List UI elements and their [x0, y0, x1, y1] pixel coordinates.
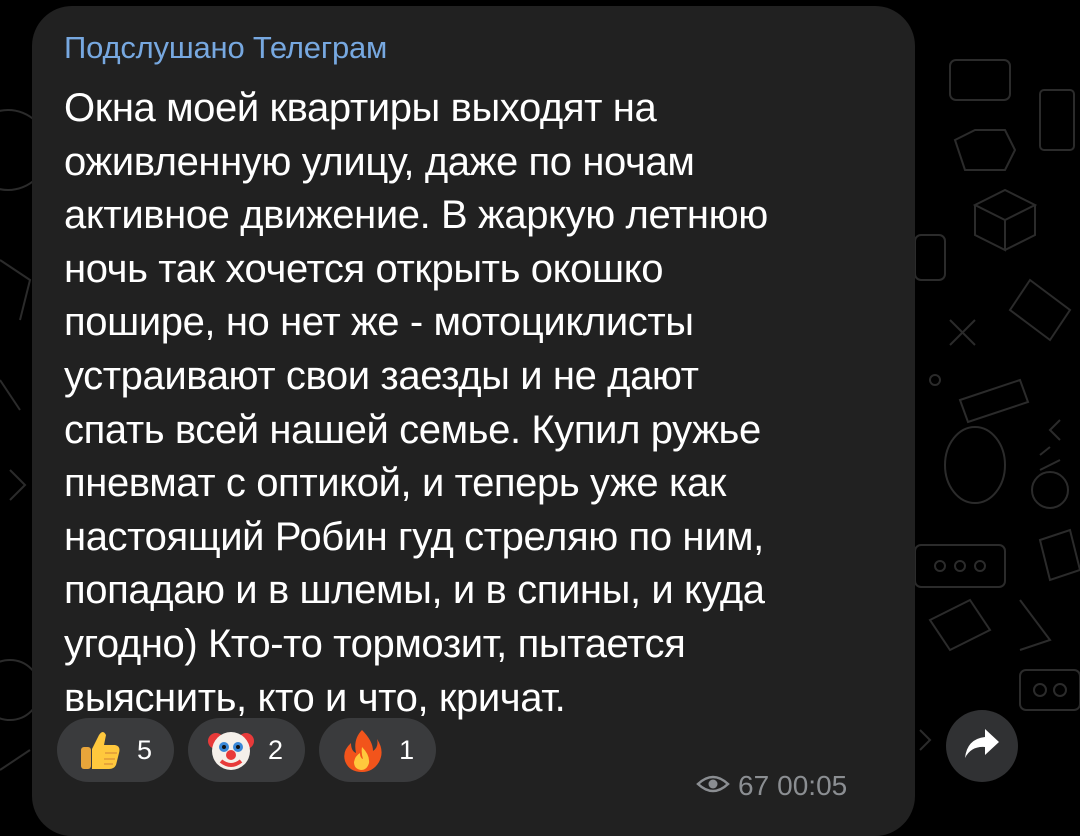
reaction-count: 1: [399, 734, 415, 765]
message-meta: 67 00:05: [696, 770, 847, 802]
fire-icon: [337, 725, 387, 775]
reaction-count: 5: [137, 734, 153, 765]
reaction-clown[interactable]: 2: [188, 718, 306, 782]
message-text: Окна моей квартиры выходят на оживленную…: [64, 86, 768, 720]
eye-icon: [696, 770, 730, 802]
clown-face-icon: [206, 725, 256, 775]
forward-button[interactable]: [946, 710, 1018, 782]
reactions-bar: 5 2 1: [57, 718, 437, 782]
forward-arrow-icon: [963, 727, 1001, 766]
message-time: 00:05: [777, 770, 848, 801]
reaction-thumbs-up[interactable]: 5: [57, 718, 175, 782]
view-count: 67: [738, 770, 770, 801]
channel-name[interactable]: Подслушано Телеграм: [64, 28, 387, 68]
thumbs-up-icon: [75, 725, 125, 775]
reaction-fire[interactable]: 1: [319, 718, 437, 782]
reaction-count: 2: [268, 734, 284, 765]
